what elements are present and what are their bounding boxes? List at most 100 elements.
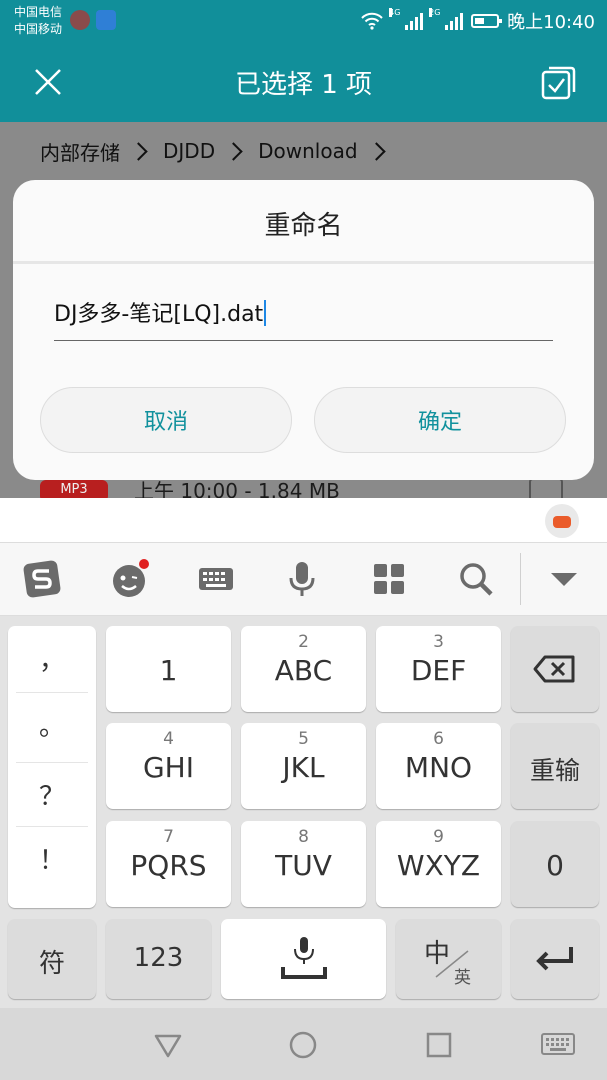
carrier-1-label: 中国电信 [14, 5, 63, 19]
key-9-number: 9 [433, 827, 444, 847]
key-4[interactable]: 4 GHI [106, 723, 231, 809]
recents-square-icon [426, 1032, 452, 1058]
signal-icon-1: 4G [389, 8, 424, 30]
file-checkbox[interactable] [529, 478, 563, 498]
grid-icon[interactable] [369, 559, 409, 599]
key-8[interactable]: 8 TUV [241, 821, 366, 907]
backspace-key[interactable] [511, 626, 599, 712]
key-9[interactable]: 9 WXYZ [376, 821, 501, 907]
key-8-number: 8 [298, 827, 309, 847]
file-type-badge: MP3 [40, 480, 108, 498]
language-switch-key[interactable]: 中 英 [396, 919, 501, 999]
key-0[interactable]: 0 [511, 821, 599, 907]
music-app-icon [70, 10, 90, 30]
punct-divider [16, 762, 88, 763]
microphone-icon[interactable] [282, 559, 322, 599]
key-5-number: 5 [298, 729, 309, 749]
keyboard-toggle-icon [541, 1033, 575, 1055]
wifi-icon [361, 12, 383, 30]
emoji-icon[interactable] [109, 559, 149, 599]
collapse-icon[interactable] [544, 559, 584, 599]
clock: 晚上10:40 [507, 12, 595, 33]
text-caret [264, 300, 267, 326]
symbol-key-label: 符 [38, 949, 65, 979]
battery-icon [471, 14, 503, 28]
chevron-right-icon [224, 141, 243, 161]
number-mode-key[interactable]: 123 [106, 919, 211, 999]
status-bar: 中国电信 中国移动 4G 2G 晚上10:40 [0, 0, 607, 42]
network-type-1: 4G [389, 8, 401, 17]
key-6[interactable]: 6 MNO [376, 723, 501, 809]
carrier-2-label: 中国移动 [14, 22, 63, 36]
key-5-letters: JKL [282, 751, 325, 784]
search-icon[interactable] [456, 559, 496, 599]
reenter-key[interactable]: 重输 [511, 723, 599, 809]
punct-exclaim-key[interactable]: ！ [8, 840, 96, 902]
punct-divider [16, 692, 88, 693]
key-4-letters: GHI [142, 751, 194, 784]
space-key[interactable] [221, 919, 386, 999]
punctuation-column[interactable]: ， 。 ？ ！ [8, 626, 96, 908]
number-mode-label: 123 [133, 943, 184, 973]
breadcrumb-item-internal-storage[interactable]: 内部存储 [40, 137, 120, 166]
enter-key[interactable] [511, 919, 599, 999]
ime-mascot-icon[interactable] [545, 504, 579, 538]
keyboard-toolbar [0, 543, 607, 616]
toolbar-divider [520, 553, 521, 605]
key-4-number: 4 [163, 729, 174, 749]
key-5[interactable]: 5 JKL [241, 723, 366, 809]
key-3-number: 3 [433, 632, 444, 652]
dialog-title: 重命名 [264, 211, 343, 241]
microphone-icon [281, 937, 327, 979]
confirm-button[interactable]: 确定 [314, 387, 566, 453]
rename-dialog: 重命名 DJ多多-笔记[LQ].dat 取消 确定 [13, 180, 594, 480]
punct-divider [16, 826, 88, 827]
key-7-number: 7 [163, 827, 174, 847]
breadcrumb-item-djdd[interactable]: DJDD [163, 139, 215, 163]
dialog-divider [13, 261, 594, 264]
home-circle-icon [289, 1031, 317, 1059]
key-2-number: 2 [298, 632, 309, 652]
keyboard-toggle-button[interactable] [540, 1030, 576, 1060]
key-8-letters: TUV [275, 849, 332, 882]
key-1[interactable]: 1 [106, 626, 231, 712]
network-type-2: 2G [429, 8, 441, 17]
t9-keyboard: ， 。 ？ ！ 1 2 ABC 3 DEF 4 GHI 5 JKL 6 MNO … [0, 616, 607, 1008]
punct-period-key[interactable]: 。 [8, 706, 96, 768]
system-nav-bar [0, 1008, 607, 1080]
keyboard-icon[interactable] [196, 559, 236, 599]
breadcrumb: 内部存储 DJDD Download [0, 122, 607, 180]
status-indicators: 4G 2G 晚上10:40 [361, 8, 595, 34]
ime-candidate-bar [0, 498, 607, 543]
key-0-label: 0 [546, 849, 564, 882]
key-6-letters: MNO [404, 751, 473, 784]
select-all-button[interactable] [539, 62, 579, 102]
filename-value: DJ多多-笔记[LQ].dat [54, 302, 264, 327]
backspace-icon [533, 655, 575, 683]
sogou-logo-icon[interactable] [22, 559, 62, 599]
signal-icon-2: 2G [429, 8, 464, 30]
symbol-key[interactable]: 符 [8, 919, 96, 999]
selection-title: 已选择 1 项 [234, 70, 373, 100]
home-button[interactable] [288, 1030, 318, 1060]
recents-button[interactable] [424, 1030, 454, 1060]
back-triangle-icon [154, 1034, 182, 1058]
key-7-letters: PQRS [130, 849, 207, 882]
breadcrumb-item-download[interactable]: Download [258, 139, 357, 163]
key-3-letters: DEF [410, 654, 467, 687]
hotspot-icon [96, 10, 116, 30]
key-3[interactable]: 3 DEF [376, 626, 501, 712]
key-2[interactable]: 2 ABC [241, 626, 366, 712]
chevron-right-icon [366, 141, 386, 161]
app-bar: 已选择 1 项 [0, 42, 607, 122]
enter-icon [536, 947, 573, 971]
key-6-number: 6 [433, 729, 444, 749]
back-button[interactable] [153, 1030, 183, 1060]
chevron-right-icon [129, 141, 148, 161]
key-9-letters: WXYZ [396, 849, 481, 882]
select-all-icon [541, 66, 576, 100]
key-7[interactable]: 7 PQRS [106, 821, 231, 907]
key-1-label: 1 [159, 654, 178, 687]
punct-question-key[interactable]: ？ [8, 776, 96, 838]
cancel-button[interactable]: 取消 [40, 387, 292, 453]
